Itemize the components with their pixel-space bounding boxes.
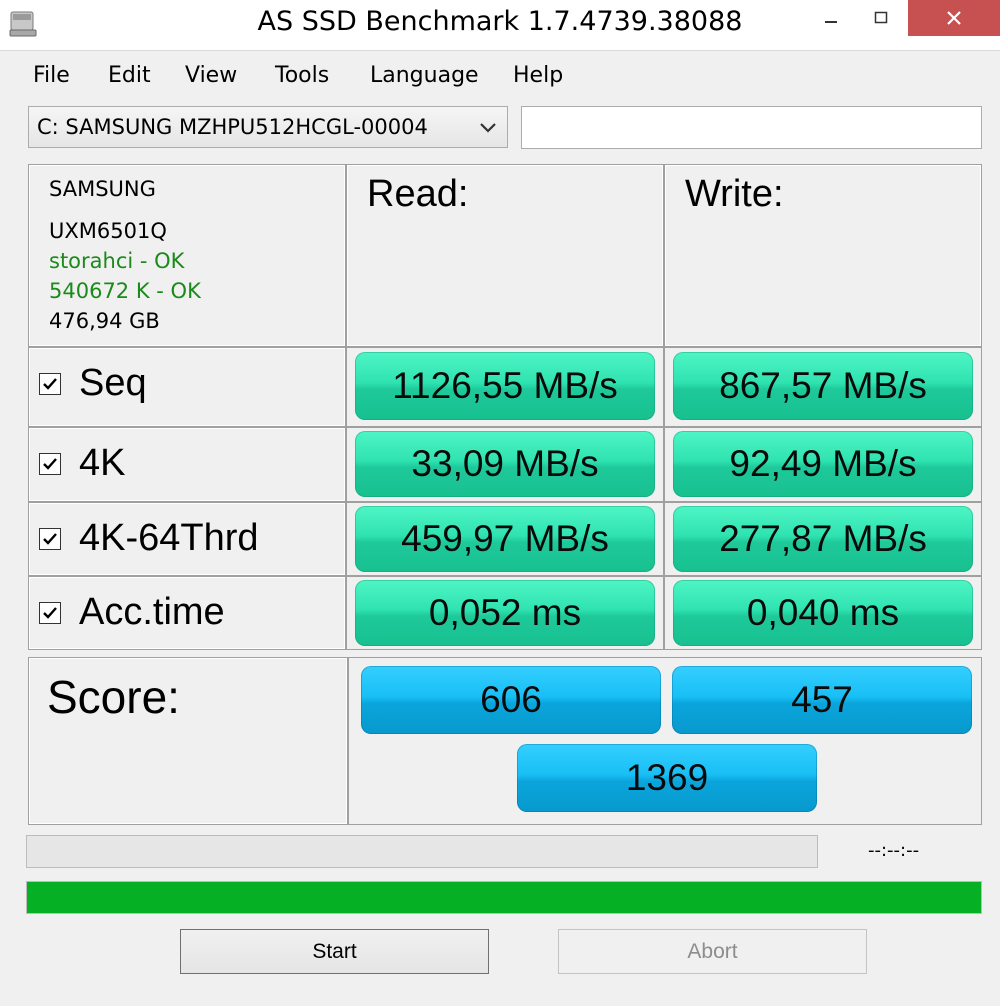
seq-label: Seq (79, 362, 147, 404)
write-column-header: Write: (664, 164, 982, 347)
seq-read-cell: 1126,55 MB/s (346, 347, 664, 427)
minimize-icon (825, 21, 837, 23)
menu-file[interactable]: File (33, 63, 70, 88)
drive-select[interactable]: C: SAMSUNG MZHPU512HCGL-00004 (28, 106, 508, 148)
drive-capacity: 476,94 GB (49, 309, 160, 333)
menu-view[interactable]: View (185, 63, 237, 88)
minimize-button[interactable] (808, 0, 854, 36)
score-label: Score: (47, 671, 180, 723)
4k-checkbox[interactable] (39, 453, 61, 475)
menu-language[interactable]: Language (370, 63, 479, 88)
drive-info-textbox[interactable] (521, 106, 982, 149)
drive-vendor: SAMSUNG (49, 177, 156, 201)
menu-help[interactable]: Help (513, 63, 563, 88)
maximize-icon (874, 11, 888, 24)
abort-button[interactable]: Abort (558, 929, 867, 974)
4k64-label: 4K-64Thrd (79, 517, 259, 559)
acctime-write-result: 0,040 ms (673, 580, 973, 646)
4k-write-cell: 92,49 MB/s (664, 427, 982, 502)
title-bar: AS SSD Benchmark 1.7.4739.38088 (0, 0, 1000, 50)
4k-read-result: 33,09 MB/s (355, 431, 655, 497)
task-progress-bar (26, 835, 818, 868)
score-values-cell: 606 457 1369 (348, 657, 982, 825)
checkmark-icon (43, 607, 57, 619)
acctime-write-cell: 0,040 ms (664, 576, 982, 650)
4k-write-result: 92,49 MB/s (673, 431, 973, 497)
4k64-read-cell: 459,97 MB/s (346, 502, 664, 576)
row-4k64-label-cell: 4K-64Thrd (28, 502, 346, 576)
acctime-read-result: 0,052 ms (355, 580, 655, 646)
write-header-label: Write: (685, 173, 784, 215)
checkmark-icon (43, 458, 57, 470)
4k64-write-cell: 277,87 MB/s (664, 502, 982, 576)
start-button[interactable]: Start (180, 929, 489, 974)
read-column-header: Read: (346, 164, 664, 347)
4k64-checkbox[interactable] (39, 528, 61, 550)
drive-firmware: UXM6501Q (49, 219, 167, 243)
close-button[interactable] (908, 0, 1000, 36)
row-seq-label-cell: Seq (28, 347, 346, 427)
read-header-label: Read: (367, 173, 469, 215)
drive-info-panel: SAMSUNG UXM6501Q storahci - OK 540672 K … (28, 164, 346, 347)
score-label-cell: Score: (28, 657, 348, 825)
acctime-label: Acc.time (79, 591, 225, 633)
4k-label: 4K (79, 442, 126, 484)
menu-tools[interactable]: Tools (275, 63, 329, 88)
checkmark-icon (43, 378, 57, 390)
row-acctime-label-cell: Acc.time (28, 576, 346, 650)
checkmark-icon (43, 533, 57, 545)
chevron-down-icon (480, 123, 496, 133)
row-4k-label-cell: 4K (28, 427, 346, 502)
acctime-read-cell: 0,052 ms (346, 576, 664, 650)
overall-progress-fill (27, 882, 981, 913)
maximize-button[interactable] (858, 0, 904, 36)
acctime-checkbox[interactable] (39, 602, 61, 624)
close-icon (947, 11, 961, 25)
4k64-write-result: 277,87 MB/s (673, 506, 973, 572)
overall-progress-bar (26, 881, 982, 914)
elapsed-time: --:--:-- (868, 840, 920, 861)
score-write: 457 (672, 666, 972, 734)
seq-write-cell: 867,57 MB/s (664, 347, 982, 427)
menu-edit[interactable]: Edit (108, 63, 151, 88)
score-read: 606 (361, 666, 661, 734)
4k64-read-result: 459,97 MB/s (355, 506, 655, 572)
4k-read-cell: 33,09 MB/s (346, 427, 664, 502)
driver-status: storahci - OK (49, 249, 185, 273)
seq-checkbox[interactable] (39, 373, 61, 395)
seq-write-result: 867,57 MB/s (673, 352, 973, 420)
seq-read-result: 1126,55 MB/s (355, 352, 655, 420)
menu-bar: File Edit View Tools Language Help (0, 50, 1000, 102)
drive-select-value: C: SAMSUNG MZHPU512HCGL-00004 (37, 115, 428, 139)
alignment-status: 540672 K - OK (49, 279, 201, 303)
score-total: 1369 (517, 744, 817, 812)
